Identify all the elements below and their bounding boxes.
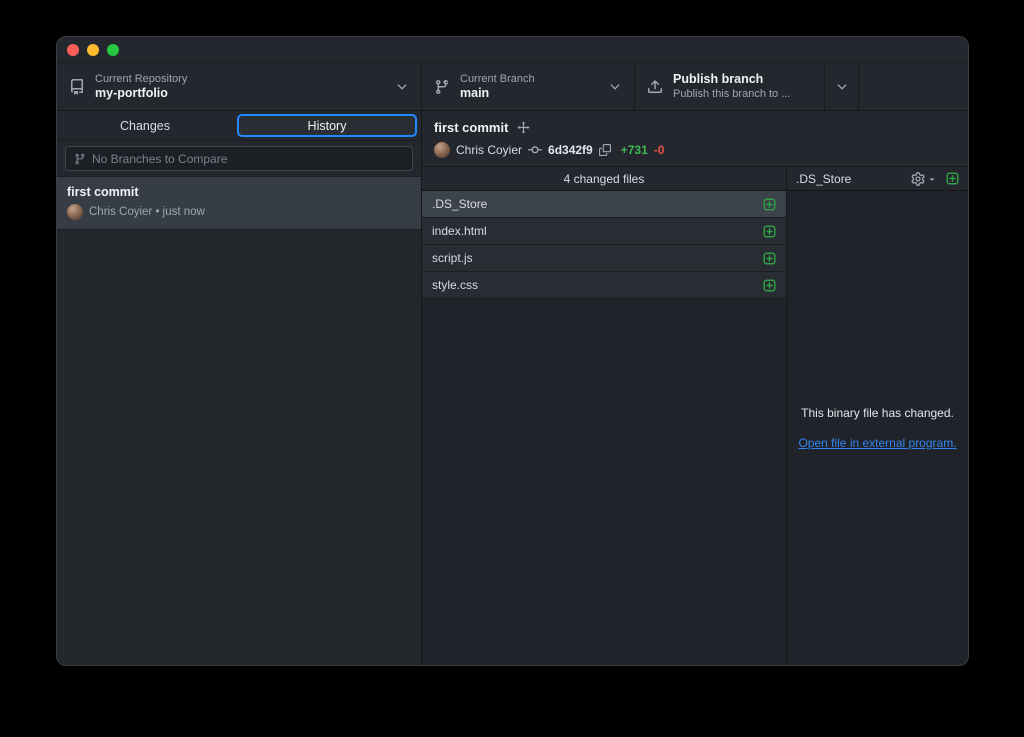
commit-author: Chris Coyier [456,143,522,157]
github-desktop-window: Current Repository my-portfolio Current … [56,36,969,666]
chevron-down-icon [835,80,849,94]
diff-body: This binary file has changed. Open file … [787,191,968,665]
binary-file-message: This binary file has changed. [801,406,954,420]
repo-icon [69,79,85,95]
gear-icon [911,172,925,186]
additions-count: +731 [621,143,648,157]
file-row[interactable]: script.js [422,245,786,272]
commit-title: first commit [67,185,411,199]
close-button[interactable] [67,44,79,56]
publish-dropdown-button[interactable] [825,63,859,110]
upload-icon [647,79,663,95]
drag-move-icon[interactable] [517,121,530,134]
repository-label: Current Repository [95,72,187,86]
chevron-down-icon [927,174,937,184]
current-repository-button[interactable]: Current Repository my-portfolio [57,63,422,110]
commit-meta-text: Chris Coyier • just now [89,206,205,218]
sidebar-tabs: Changes History [57,111,421,141]
avatar [434,142,450,158]
git-branch-icon [74,153,86,165]
publish-description: Publish this branch to ... [673,87,790,101]
file-name: .DS_Store [432,197,487,211]
copy-icon[interactable] [599,144,611,156]
file-row[interactable]: index.html [422,218,786,245]
file-name: index.html [432,224,487,238]
diff-header: .DS_Store [787,167,968,191]
diff-options-button[interactable] [911,172,937,186]
titlebar [57,37,968,63]
diff-filename: .DS_Store [796,172,902,186]
open-external-link[interactable]: Open file in external program. [798,436,956,450]
branch-filter-box [65,146,413,171]
file-row[interactable]: .DS_Store [422,191,786,218]
git-branch-icon [434,79,450,95]
publish-label: Publish branch [673,72,790,87]
toolbar-spacer [859,63,968,110]
changed-files-header: 4 changed files [422,167,786,191]
file-name: style.css [432,278,478,292]
branch-compare-input[interactable] [92,152,404,166]
file-added-icon [763,198,776,211]
changed-files-panel: 4 changed files .DS_Store index.html [422,167,787,665]
commit-detail-header: first commit Chris Coyier 6d342f9 +7 [422,111,968,167]
commit-detail-title: first commit [434,120,508,135]
zoom-button[interactable] [107,44,119,56]
repository-name: my-portfolio [95,86,187,101]
commit-list-item[interactable]: first commit Chris Coyier • just now [57,177,421,230]
branch-label: Current Branch [460,72,535,86]
avatar [67,204,83,220]
git-commit-icon [528,143,542,157]
tab-history[interactable]: History [237,114,417,137]
tab-changes[interactable]: Changes [57,111,233,140]
publish-branch-button[interactable]: Publish branch Publish this branch to ..… [635,63,825,110]
chevron-down-icon [395,80,409,94]
file-name: script.js [432,251,473,265]
toolbar: Current Repository my-portfolio Current … [57,63,968,111]
file-added-icon [763,279,776,292]
commit-sha: 6d342f9 [548,143,593,157]
main-panel: first commit Chris Coyier 6d342f9 +7 [422,111,968,665]
file-added-icon [763,225,776,238]
file-row[interactable]: style.css [422,272,786,299]
chevron-down-icon [608,80,622,94]
minimize-button[interactable] [87,44,99,56]
file-added-icon [763,252,776,265]
file-added-icon [946,172,959,185]
diff-panel: .DS_Store [787,167,968,665]
deletions-count: -0 [654,143,665,157]
branch-name: main [460,86,535,101]
current-branch-button[interactable]: Current Branch main [422,63,635,110]
branch-filter-row [57,141,421,177]
sidebar: Changes History first commit Chris Coyie… [57,111,422,665]
commit-list: first commit Chris Coyier • just now [57,177,421,665]
